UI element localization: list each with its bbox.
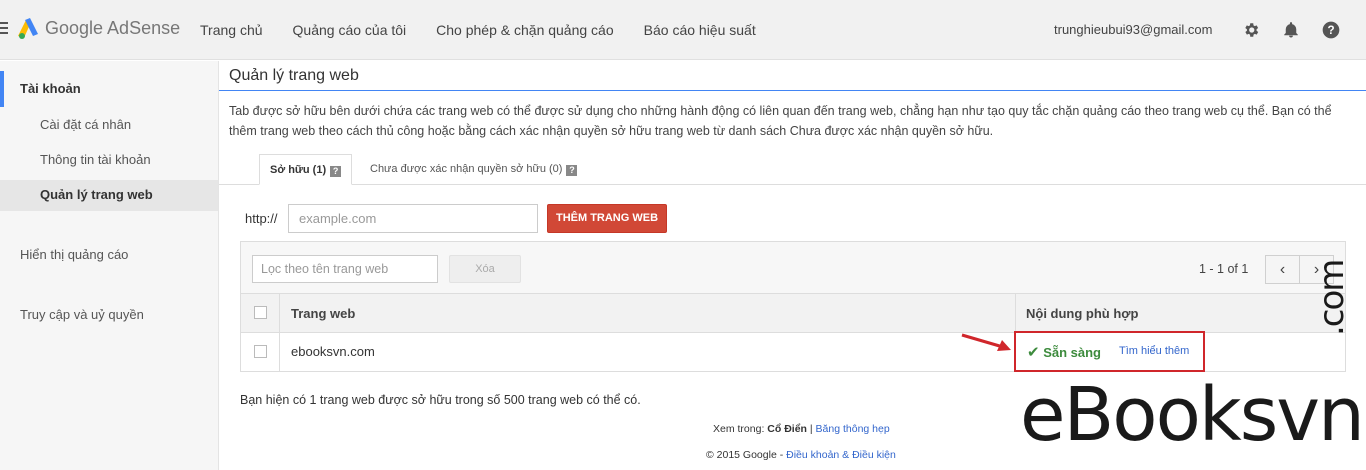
ebooksvn-watermark: eBooksvn .com <box>1020 261 1365 452</box>
chevron-left-icon[interactable]: ‹ <box>1265 255 1300 284</box>
terms-link[interactable]: Điều khoản & Điều kiện <box>786 449 896 461</box>
ready-status-label: Sẵn sàng <box>1043 345 1101 360</box>
filter-sites-input[interactable]: Lọc theo tên trang web <box>252 255 438 283</box>
watermark-text: eBooksvn <box>1020 372 1365 458</box>
sidebar-section-account[interactable]: Tài khoản <box>20 81 81 96</box>
sidebar: Tài khoản Cài đặt cá nhân Thông tin tài … <box>0 61 219 470</box>
site-name: ebooksvn.com <box>291 344 375 359</box>
top-nav: Trang chủ Quảng cáo của tôi Cho phép & c… <box>200 22 756 38</box>
http-prefix-label: http:// <box>245 211 278 226</box>
footer-separator: | <box>809 423 813 435</box>
row-checkbox[interactable] <box>254 345 267 358</box>
filter-toolbar: Lọc theo tên trang web Xóa 1 - 1 of 1 ‹ … <box>241 242 1345 294</box>
sidebar-item-personal-settings[interactable]: Cài đặt cá nhân <box>40 117 131 132</box>
site-url-input[interactable]: example.com <box>288 204 538 233</box>
tab-owned[interactable]: Sở hữu (1)? <box>259 154 353 185</box>
title-divider <box>219 90 1366 91</box>
help-icon[interactable]: ? <box>566 165 578 176</box>
adsense-logo <box>18 18 38 39</box>
arrow-icon <box>961 333 1011 351</box>
nav-my-ads[interactable]: Quảng cáo của tôi <box>293 22 407 38</box>
column-divider <box>1015 294 1016 332</box>
sidebar-section-ad-display[interactable]: Hiển thị quảng cáo <box>20 247 128 262</box>
view-in-label: Xem trong: <box>713 423 765 435</box>
bell-icon[interactable] <box>1280 19 1302 41</box>
view-classic[interactable]: Cổ Điển <box>767 423 807 435</box>
copyright-footer: © 2015 Google - Điều khoản & Điều kiện <box>706 449 896 461</box>
row-checkbox-cell <box>241 333 280 371</box>
header-checkbox-cell <box>241 294 280 332</box>
copyright-text: © 2015 Google - <box>706 449 784 461</box>
page-description: Tab được sở hữu bên dưới chứa các trang … <box>229 104 1332 138</box>
tab-owned-label: Sở hữu (1) <box>270 164 327 176</box>
svg-text:?: ? <box>1327 24 1334 37</box>
tab-unclaimed-label: Chưa được xác nhận quyền sở hữu (0) <box>370 163 563 175</box>
top-bar: Google AdSense Trang chủ Quảng cáo của t… <box>0 0 1366 60</box>
nav-home[interactable]: Trang chủ <box>200 22 263 38</box>
sidebar-item-account-info[interactable]: Thông tin tài khoản <box>40 152 151 167</box>
watermark-tld: .com <box>1312 260 1352 336</box>
check-icon: ✔ <box>1027 344 1040 361</box>
column-header-site[interactable]: Trang web <box>291 306 355 321</box>
brand-name: Google AdSense <box>45 18 181 38</box>
nav-performance-reports[interactable]: Báo cáo hiệu suất <box>644 22 756 38</box>
account-email[interactable]: trunghieubui93@gmail.com <box>1054 22 1212 37</box>
tab-unclaimed[interactable]: Chưa được xác nhận quyền sở hữu (0)? <box>360 154 587 185</box>
select-all-checkbox[interactable] <box>254 306 267 319</box>
view-mode-footer: Xem trong: Cổ Điển | Băng thông hẹp <box>713 423 890 435</box>
table-header-row: Trang web Nội dung phù hợp <box>241 294 1345 333</box>
ready-status: ✔ Sẵn sàng <box>1027 343 1101 361</box>
sidebar-item-manage-sites[interactable]: Quản lý trang web <box>40 187 153 202</box>
pagination-text: 1 - 1 of 1 <box>1199 262 1249 276</box>
add-site-button[interactable]: THÊM TRANG WEB <box>547 204 667 233</box>
menu-icon[interactable] <box>0 22 8 36</box>
sidebar-active-indicator <box>0 71 4 107</box>
learn-more-link[interactable]: Tìm hiểu thêm <box>1119 345 1189 357</box>
owned-sites-note: Bạn hiện có 1 trang web được sở hữu tron… <box>240 393 641 407</box>
sidebar-section-access[interactable]: Truy cập và uỷ quyền <box>20 307 144 322</box>
view-narrow-bandwidth-link[interactable]: Băng thông hẹp <box>816 423 890 435</box>
nav-allow-block-ads[interactable]: Cho phép & chặn quảng cáo <box>436 22 613 38</box>
page-title: Quản lý trang web <box>229 67 359 84</box>
gear-icon[interactable] <box>1240 19 1262 41</box>
help-icon[interactable]: ? <box>1320 19 1342 41</box>
help-icon[interactable]: ? <box>330 166 342 177</box>
column-header-content-match[interactable]: Nội dung phù hợp <box>1026 306 1139 321</box>
clear-filter-button[interactable]: Xóa <box>449 255 521 283</box>
